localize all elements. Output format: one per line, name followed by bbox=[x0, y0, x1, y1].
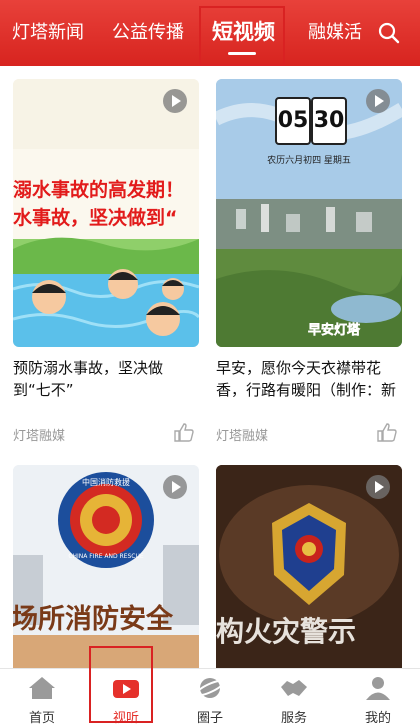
video-thumbnail[interactable]: 溺水事故的高发期！ 水事故，坚决做到“ bbox=[13, 79, 199, 347]
user-icon bbox=[366, 677, 390, 700]
video-thumbnail[interactable]: 构火灾警示 bbox=[216, 465, 402, 668]
tab-public-welfare[interactable]: 公益传播 bbox=[112, 18, 184, 44]
video-title[interactable]: 早安，愿你今天衣襟带花香，行路有暖阳（制作：新媒体 bbox=[216, 357, 402, 401]
clock-minute: 30 bbox=[311, 97, 347, 145]
video-thumbnail[interactable]: 05 30 农历六月初四 星期五 早安灯塔 bbox=[216, 79, 402, 347]
nav-profile[interactable]: 我的 bbox=[336, 669, 420, 726]
thumbnail-caption-line-2: 水事故，坚决做到“ bbox=[13, 207, 178, 229]
play-icon bbox=[163, 475, 187, 499]
short-video-tab-highlight bbox=[199, 6, 285, 66]
morning-badge: 早安灯塔 bbox=[308, 323, 361, 339]
thumbnail-caption: 场所消防安全 bbox=[13, 604, 173, 635]
thumbs-up-icon[interactable] bbox=[376, 421, 398, 443]
tab-dengta-news[interactable]: 灯塔新闻 bbox=[12, 18, 84, 44]
video-source: 灯塔融媒 bbox=[13, 429, 66, 444]
video-nav-highlight bbox=[89, 646, 153, 723]
play-icon bbox=[163, 89, 187, 113]
play-icon bbox=[366, 89, 390, 113]
nav-profile-label: 我的 bbox=[364, 711, 391, 726]
planet-icon bbox=[195, 678, 225, 698]
tab-media-activity[interactable]: 融媒活 bbox=[308, 18, 362, 44]
nav-service-label: 服务 bbox=[280, 711, 307, 726]
thumbs-up-icon[interactable] bbox=[173, 421, 195, 443]
thumbnail-caption: 构火灾警示 bbox=[216, 615, 357, 648]
nav-home-label: 首页 bbox=[28, 711, 55, 726]
nav-circle-label: 圈子 bbox=[196, 711, 223, 726]
thumbnail-caption-line-1: 溺水事故的高发期！ bbox=[13, 179, 185, 201]
nav-home[interactable]: 首页 bbox=[0, 669, 84, 726]
home-icon bbox=[29, 677, 55, 699]
nav-circle[interactable]: 圈子 bbox=[168, 669, 252, 726]
emblem-en-text: CHINA FIRE AND RESCUE bbox=[68, 553, 144, 560]
video-title[interactable]: 预防溺水事故，坚决做到“七不” bbox=[13, 357, 199, 401]
emblem-cn-text: 中国消防救援 bbox=[82, 478, 130, 487]
clock-hour: 05 bbox=[275, 97, 311, 145]
search-icon[interactable] bbox=[378, 22, 400, 44]
video-thumbnail[interactable]: 中国消防救援 CHINA FIRE AND RESCUE 场所消防安全 bbox=[13, 465, 199, 668]
play-icon bbox=[366, 475, 390, 499]
bottom-navigation: 首页 视听 圈子 服务 我的 bbox=[0, 668, 420, 726]
nav-service[interactable]: 服务 bbox=[252, 669, 336, 726]
lunar-date: 农历六月初四 星期五 bbox=[267, 156, 351, 166]
handshake-icon bbox=[281, 680, 307, 696]
video-source: 灯塔融媒 bbox=[216, 429, 269, 444]
